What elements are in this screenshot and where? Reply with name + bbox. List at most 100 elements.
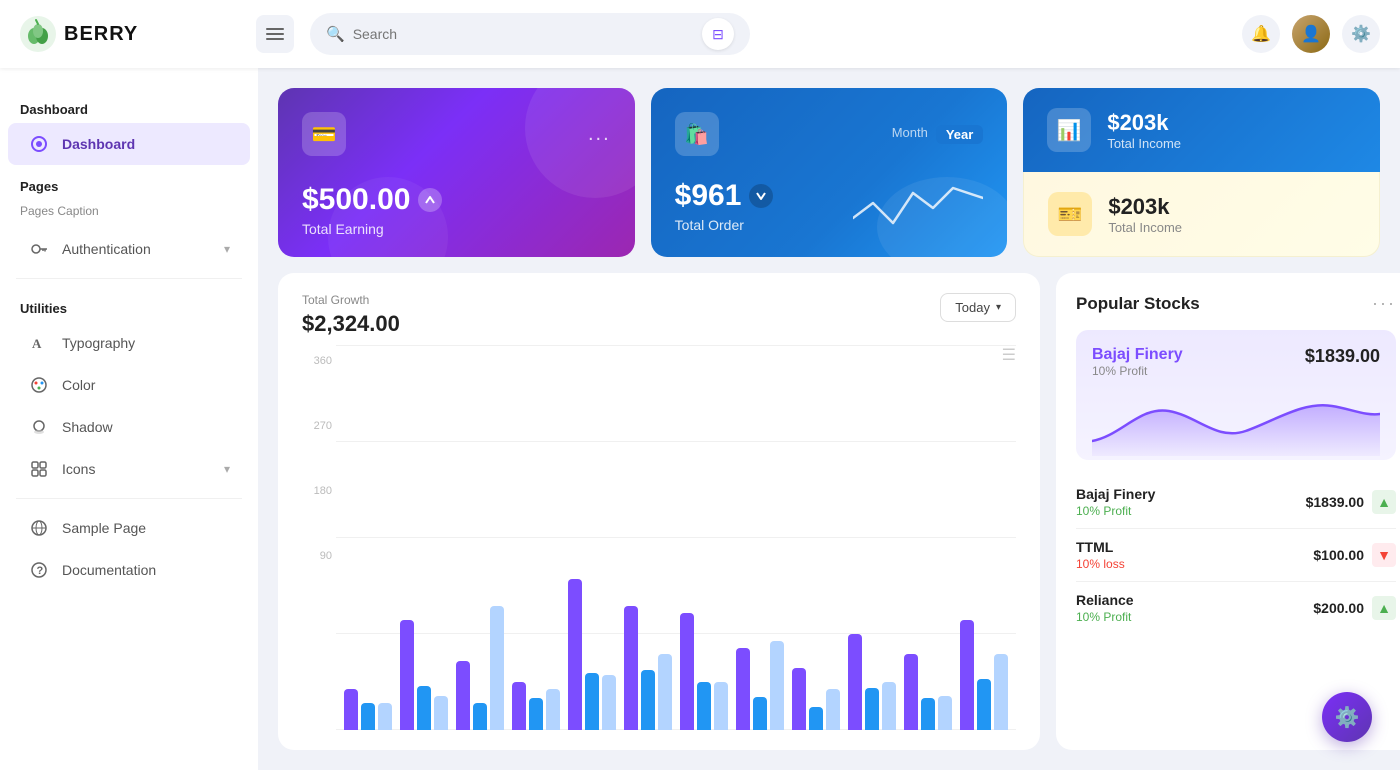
bar-purple [512,682,526,730]
earning-trend-icon [418,188,442,212]
sidebar-label-sample-page: Sample Page [62,520,146,536]
sidebar-item-documentation[interactable]: ? Documentation [8,549,250,591]
sidebar-section-pages: Pages [0,165,258,200]
stock-price-bajaj: $1839.00 [1306,494,1364,510]
bars-container [336,345,1016,730]
toggle-year[interactable]: Year [936,125,983,144]
bar-group-6 [680,613,728,730]
bell-icon: 🔔 [1251,24,1271,44]
bar-purple [960,620,974,730]
sidebar-label-documentation: Documentation [62,562,156,578]
chart-y-labels: 360 270 180 90 [302,345,332,625]
sidebar-item-dashboard[interactable]: Dashboard [8,123,250,165]
globe-icon [28,517,50,539]
main-layout: Dashboard Dashboard Pages Pages Caption … [0,68,1400,770]
sidebar-item-shadow[interactable]: Shadow [8,406,250,448]
chevron-down-icon: ▾ [224,242,230,256]
text-icon: A [28,332,50,354]
grid-icon-box: 📊 [1047,108,1091,152]
bar-group-9 [848,634,896,730]
earning-card-menu[interactable]: ... [588,123,611,146]
order-wave-chart [853,173,983,233]
sidebar-item-typography[interactable]: A Typography [8,322,250,364]
bar-light [882,682,896,730]
bar-light [658,654,672,730]
stock-name-ttml: TTML [1076,539,1125,555]
order-trend-icon [749,184,773,208]
featured-stock-header: Bajaj Finery 10% Profit $1839.00 [1092,346,1380,378]
bar-blue [753,697,767,730]
svg-text:A: A [32,336,42,351]
order-amount: $961 [675,179,742,213]
today-filter-button[interactable]: Today ▾ [940,293,1016,322]
fab-settings[interactable]: ⚙️ [1322,692,1372,742]
bar-light [546,689,560,730]
gear-icon: ⚙️ [1351,24,1371,44]
header: BERRY 🔍 ⊟ 🔔 👤 ⚙️ [0,0,1400,68]
search-bar: 🔍 ⊟ [310,13,750,55]
bar-light [434,696,448,730]
income-yellow-label: Total Income [1108,220,1182,235]
bar-blue [361,703,375,730]
search-input[interactable] [353,26,694,42]
palette-icon [28,374,50,396]
bar-group-5 [624,606,672,730]
bar-purple [680,613,694,730]
user-avatar[interactable]: 👤 [1292,15,1330,53]
sidebar-item-sample-page[interactable]: Sample Page [8,507,250,549]
shadow-icon [28,416,50,438]
stocks-header: Popular Stocks ··· [1076,293,1396,314]
bar-purple [344,689,358,730]
sidebar-item-color[interactable]: Color [8,364,250,406]
today-label: Today [955,300,990,315]
trend-down-icon-ttml: ▼ [1372,543,1396,567]
sidebar-label-icons: Icons [62,461,95,477]
stocks-menu-icon[interactable]: ··· [1372,293,1396,314]
header-right: 🔔 👤 ⚙️ [1242,15,1380,53]
stock-row-bajaj: Bajaj Finery 10% Profit $1839.00 ▲ [1076,476,1396,529]
chevron-icons-icon: ▾ [224,462,230,476]
stocks-title: Popular Stocks [1076,294,1200,314]
bar-blue [585,673,599,730]
popular-stocks-card: Popular Stocks ··· Bajaj Finery 10% Prof… [1056,273,1400,750]
stock-name-reliance: Reliance [1076,592,1134,608]
bar-group-10 [904,654,952,730]
growth-title: Total Growth [302,293,400,307]
wallet-icon: 💳 [312,122,337,147]
featured-stock-name: Bajaj Finery [1092,346,1183,364]
menu-button[interactable] [256,15,294,53]
bar-purple [624,606,638,730]
growth-chart-header: Total Growth $2,324.00 Today ▾ [302,293,1016,337]
top-cards-row: 💳 ... $500.00 Total Earning [278,88,1380,257]
growth-chart-body: 360 270 180 90 ☰ [302,345,1016,730]
bar-purple [792,668,806,730]
circle-icon [28,133,50,155]
wallet-icon-box: 💳 [302,112,346,156]
grid-icon: 📊 [1057,118,1082,143]
berry-logo [20,16,56,52]
bar-group-0 [344,689,392,730]
notification-button[interactable]: 🔔 [1242,15,1280,53]
sidebar-label-shadow: Shadow [62,419,113,435]
filter-button[interactable]: ⊟ [702,18,734,50]
sidebar-item-icons[interactable]: Icons ▾ [8,448,250,490]
earning-card-header: 💳 ... [302,112,611,156]
settings-button[interactable]: ⚙️ [1342,15,1380,53]
bar-blue [977,679,991,730]
toggle-month[interactable]: Month [892,125,928,144]
bar-group-8 [792,668,840,730]
stock-row-reliance: Reliance 10% Profit $200.00 ▲ [1076,582,1396,634]
income-yellow-card: 🎫 $203k Total Income [1023,172,1380,257]
stocks-list: Bajaj Finery 10% Profit $1839.00 ▲ TTML … [1076,476,1396,634]
hamburger-icon [266,25,284,43]
earning-card: 💳 ... $500.00 Total Earning [278,88,635,257]
y-label-360: 360 [302,355,332,367]
bar-blue [865,688,879,730]
income-yellow-amount: $203k [1108,194,1182,220]
earning-amount: $500.00 [302,183,410,217]
sidebar-label-authentication: Authentication [62,241,151,257]
bar-blue [697,682,711,730]
sidebar-pages-caption: Pages Caption [0,200,258,228]
chart-menu-icon[interactable]: ☰ [1002,345,1016,365]
sidebar-item-authentication[interactable]: Authentication ▾ [8,228,250,270]
